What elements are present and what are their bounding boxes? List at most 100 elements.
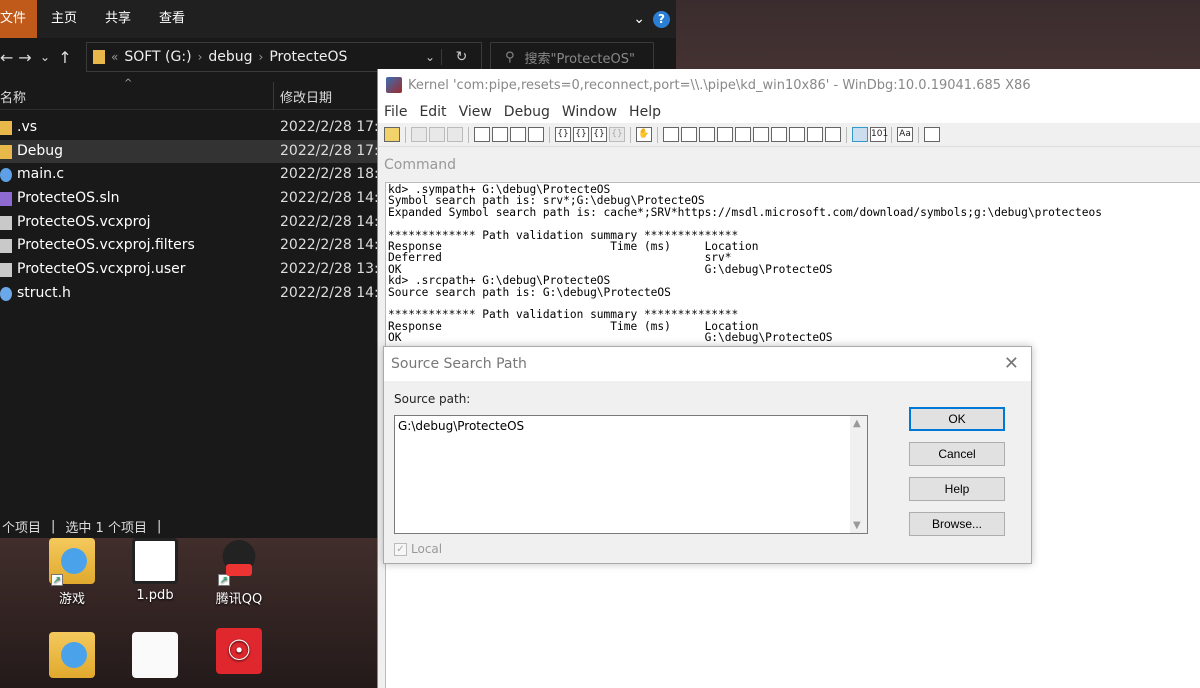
toolbar-separator (891, 126, 892, 143)
desktop-icon-qq[interactable]: ↗ 腾讯QQ (204, 538, 274, 607)
scratch-pad-icon[interactable] (789, 127, 805, 142)
tab-view[interactable]: 查看 (145, 0, 199, 38)
toolbar-gap (378, 147, 1200, 157)
call-stack-window-icon[interactable] (753, 127, 769, 142)
column-divider[interactable] (273, 82, 274, 110)
back-arrow-icon[interactable]: ← (0, 48, 13, 67)
desktop-icon-games[interactable]: ↗ 游戏 (37, 538, 107, 607)
sort-up-icon: ^ (124, 78, 133, 89)
command-browser-icon[interactable] (825, 127, 841, 142)
options-icon[interactable] (924, 127, 940, 142)
restart-icon[interactable] (492, 127, 508, 142)
breadcrumb-overflow-icon[interactable]: « (111, 50, 118, 64)
refresh-icon[interactable]: ↻ (441, 49, 481, 65)
ok-button[interactable]: OK (909, 407, 1005, 431)
breadcrumb-chevron-icon[interactable]: › (198, 50, 203, 64)
vertical-scrollbar[interactable]: ▲ ▼ (850, 416, 867, 533)
break-icon[interactable] (528, 127, 544, 142)
desktop-icon-blank-file[interactable] (120, 632, 190, 682)
local-checkbox[interactable]: ✓ (394, 542, 407, 556)
step-over-icon[interactable]: {} (573, 127, 589, 142)
tab-view-label: 查看 (159, 11, 186, 26)
desktop-icon-folder-2[interactable] (37, 632, 107, 682)
file-name: struct.h (17, 284, 71, 301)
address-dropdown-icon[interactable]: ⌄ (425, 50, 435, 64)
disassembly-window-icon[interactable] (771, 127, 787, 142)
hand-breakpoint-icon[interactable]: ✋ (636, 127, 652, 142)
menu-view[interactable]: View (459, 104, 492, 120)
menu-debug[interactable]: Debug (504, 104, 550, 120)
memory-window-icon[interactable] (735, 127, 751, 142)
step-out-icon[interactable]: {} (591, 127, 607, 142)
file-name: ProtecteOS.sln (17, 190, 120, 207)
desktop-icon-label: 游戏 (58, 592, 85, 607)
address-bar[interactable]: « SOFT (G:) › debug › ProtecteOS ⌄ ↻ (86, 42, 482, 72)
menu-file[interactable]: File (384, 104, 407, 120)
breadcrumb-chevron-icon[interactable]: › (259, 50, 264, 64)
breadcrumb-protecteos[interactable]: ProtecteOS (269, 49, 347, 65)
source-mode-icon[interactable] (852, 127, 868, 142)
dialog-title: Source Search Path (391, 356, 527, 372)
tab-home[interactable]: 主页 (37, 0, 91, 38)
file-name: Debug (17, 142, 64, 159)
menu-edit[interactable]: Edit (419, 104, 446, 120)
menu-help[interactable]: Help (629, 104, 661, 120)
breadcrumb-debug[interactable]: debug (208, 49, 252, 65)
search-input[interactable]: ⚲ 搜索"ProtecteOS" (490, 42, 654, 72)
help-button[interactable]: Help (909, 477, 1005, 501)
locals-window-icon[interactable] (699, 127, 715, 142)
windbg-menu-bar: File Edit View Debug Window Help (378, 101, 1200, 123)
browse-button[interactable]: Browse... (909, 512, 1005, 536)
status-separator: | (51, 518, 56, 534)
go-icon[interactable] (474, 127, 490, 142)
toolbar-separator (405, 126, 406, 143)
menu-window[interactable]: Window (562, 104, 617, 120)
project-file-icon (0, 215, 12, 230)
cut-icon[interactable] (411, 127, 427, 142)
desktop-icon-pdb[interactable]: 1.pdb (120, 538, 190, 603)
forward-arrow-icon[interactable]: → (12, 48, 38, 67)
item-count: 个项目 (2, 520, 42, 536)
windbg-logo-icon (386, 77, 402, 93)
close-icon[interactable]: ✕ (1004, 353, 1019, 374)
step-into-icon[interactable]: {} (555, 127, 571, 142)
tab-file[interactable]: 文件 (0, 0, 37, 38)
help-icon[interactable]: ? (653, 10, 670, 28)
tab-home-label: 主页 (51, 11, 78, 26)
up-arrow-icon[interactable]: ↑ (52, 48, 78, 67)
file-name: ProtecteOS.vcxproj.user (17, 261, 186, 278)
watch-window-icon[interactable] (681, 127, 697, 142)
file-date: 2022/2/28 14:0 (280, 284, 388, 301)
hex-mode-icon[interactable]: 101 (870, 127, 888, 142)
breadcrumb-drive[interactable]: SOFT (G:) (124, 49, 191, 65)
source-search-path-dialog: Source Search Path ✕ Source path: G:\deb… (383, 346, 1032, 564)
command-window-icon[interactable] (663, 127, 679, 142)
folder-icon (0, 144, 12, 159)
paste-icon[interactable] (447, 127, 463, 142)
registers-window-icon[interactable] (717, 127, 733, 142)
folder-icon: ↗ (49, 538, 95, 586)
copy-icon[interactable] (429, 127, 445, 142)
cancel-button[interactable]: Cancel (909, 442, 1005, 466)
run-to-cursor-icon[interactable]: {} (609, 127, 625, 142)
folder-icon (49, 632, 95, 678)
column-header-date[interactable]: 修改日期 (280, 87, 332, 106)
open-icon[interactable] (384, 127, 400, 142)
stop-debugging-icon[interactable] (510, 127, 526, 142)
desktop-icon-label: 腾讯QQ (215, 592, 263, 607)
scroll-up-icon[interactable]: ▲ (853, 418, 861, 429)
source-path-input[interactable]: G:\debug\ProtecteOS ▲ ▼ (394, 415, 868, 534)
file-name: .vs (17, 119, 38, 135)
tab-share[interactable]: 共享 (91, 0, 145, 38)
ribbon: 文件 主页 共享 查看 ⌄ ? (0, 0, 676, 38)
file-name: ProtecteOS.vcxproj.filters (17, 237, 195, 254)
processes-threads-icon[interactable] (807, 127, 823, 142)
desktop-icon-netease-music[interactable] (204, 628, 274, 678)
column-header-name[interactable]: 名称 (0, 87, 26, 106)
scroll-down-icon[interactable]: ▼ (853, 520, 861, 531)
header-file-icon (0, 286, 12, 301)
ribbon-expand-chevron-icon[interactable]: ⌄ (633, 11, 645, 27)
recent-locations-chevron-icon[interactable]: ⌄ (38, 50, 52, 64)
file-date: 2022/2/28 17:5 (280, 119, 388, 135)
font-icon[interactable]: Aa (897, 127, 913, 142)
